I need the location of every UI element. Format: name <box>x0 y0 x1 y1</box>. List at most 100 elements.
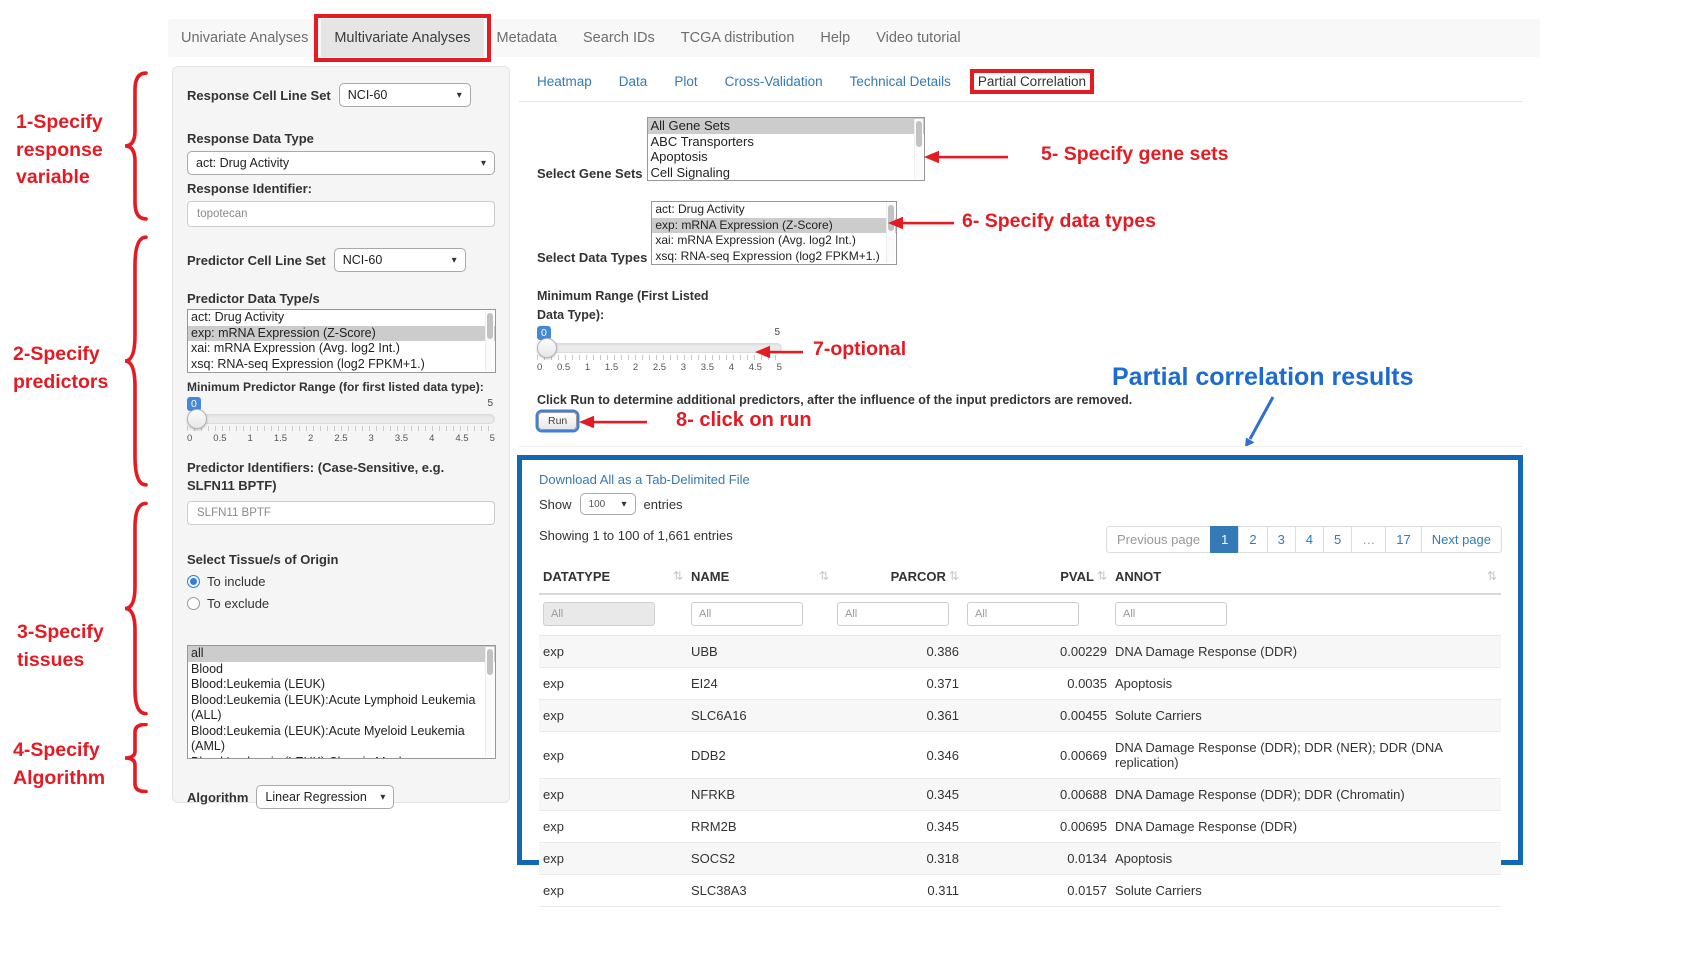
slider-handle[interactable] <box>187 409 207 429</box>
scrollbar-thumb[interactable] <box>487 649 493 675</box>
next-page-button[interactable]: Next page <box>1421 526 1502 553</box>
page-button-2[interactable]: 2 <box>1238 526 1267 553</box>
data-types-listbox[interactable]: act: Drug Activity exp: mRNA Expression … <box>651 201 897 265</box>
listbox-option[interactable]: Cell Signaling <box>648 165 924 181</box>
listbox-option[interactable]: act: Drug Activity <box>652 202 896 218</box>
listbox-option[interactable]: ABC Transporters <box>648 134 924 150</box>
page-size-select[interactable]: 100 ▾ <box>580 493 636 515</box>
filter-input-pval[interactable] <box>967 602 1079 626</box>
listbox-option-selected[interactable]: All Gene Sets <box>648 118 924 134</box>
listbox-option-selected[interactable]: exp: mRNA Expression (Z-Score) <box>652 218 896 234</box>
table-row[interactable]: exp RRM2B 0.345 0.00695 DNA Damage Respo… <box>539 811 1501 843</box>
filter-input-name[interactable] <box>691 602 803 626</box>
nav-univariate-analyses[interactable]: Univariate Analyses <box>168 19 321 57</box>
download-all-link[interactable]: Download All as a Tab-Delimited File <box>539 472 1501 487</box>
table-row[interactable]: exp SLC6A16 0.361 0.00455 Solute Carrier… <box>539 700 1501 732</box>
listbox-option[interactable]: Blood:Leukemia (LEUK):Acute Myeloid Leuk… <box>188 724 495 755</box>
predictor-identifiers-label: Predictor Identifiers: (Case-Sensitive, … <box>187 459 495 495</box>
radio-unchecked-icon[interactable] <box>187 597 200 610</box>
page-button-3[interactable]: 3 <box>1267 526 1296 553</box>
slider-tick-labels: 0 0.5 1 1.5 2 2.5 3 3.5 4 4.5 5 <box>537 362 782 373</box>
nav-multivariate-analyses[interactable]: Multivariate Analyses <box>321 19 483 57</box>
column-header-name[interactable]: ⇅NAME <box>687 560 833 594</box>
sort-icon[interactable]: ⇅ <box>949 569 959 583</box>
listbox-option[interactable]: Blood <box>188 662 495 678</box>
sort-icon[interactable]: ⇅ <box>819 569 829 583</box>
annotation-arrow-data-types <box>886 215 956 231</box>
table-row[interactable]: exp SLC38A3 0.311 0.0157 Solute Carriers <box>539 875 1501 907</box>
response-identifier-input[interactable] <box>187 201 495 227</box>
nav-help[interactable]: Help <box>807 19 863 57</box>
tab-cross-validation[interactable]: Cross-Validation <box>725 74 823 89</box>
listbox-option[interactable]: Blood:Leukemia (LEUK):Chronic Myelogenou… <box>188 755 495 760</box>
listbox-option[interactable]: Blood:Leukemia (LEUK) <box>188 677 495 693</box>
tissue-origin-label: Select Tissue/s of Origin <box>187 552 495 567</box>
page-button-4[interactable]: 4 <box>1295 526 1324 553</box>
listbox-option[interactable]: act: Drug Activity <box>188 310 495 326</box>
run-button[interactable]: Run <box>538 412 577 430</box>
column-header-parcor[interactable]: PARCOR⇅ <box>833 560 963 594</box>
previous-page-button[interactable]: Previous page <box>1106 526 1211 553</box>
nav-tcga-distribution[interactable]: TCGA distribution <box>668 19 808 57</box>
tab-plot[interactable]: Plot <box>674 74 697 89</box>
listbox-option[interactable]: xsq: RNA-seq Expression (log2 FPKM+1.) <box>652 249 896 265</box>
sort-icon[interactable]: ⇅ <box>1487 569 1497 583</box>
tissue-include-option[interactable]: To include <box>187 574 495 589</box>
listbox-option-selected[interactable]: all <box>188 646 495 662</box>
cell-parcor: 0.371 <box>833 668 963 700</box>
table-row[interactable]: exp EI24 0.371 0.0035 Apoptosis <box>539 668 1501 700</box>
annotation-2-specify-predictors: 2-Specify predictors <box>13 341 108 396</box>
table-row[interactable]: exp SOCS2 0.318 0.0134 Apoptosis <box>539 843 1501 875</box>
sort-icon[interactable]: ⇅ <box>673 569 683 583</box>
tab-technical-details[interactable]: Technical Details <box>850 74 951 89</box>
tab-heatmap[interactable]: Heatmap <box>537 74 592 89</box>
algorithm-select[interactable]: Linear Regression ▾ <box>256 785 394 809</box>
filter-input-annot[interactable] <box>1115 602 1227 626</box>
predictor-data-types-listbox[interactable]: act: Drug Activity exp: mRNA Expression … <box>187 309 496 373</box>
run-instruction: Click Run to determine additional predic… <box>537 393 1132 407</box>
scrollbar[interactable] <box>485 311 494 371</box>
listbox-option[interactable]: Blood:Leukemia (LEUK):Acute Lymphoid Leu… <box>188 693 495 724</box>
listbox-option[interactable]: xsq: RNA-seq Expression (log2 FPKM+1.) <box>188 357 495 373</box>
listbox-option[interactable]: xai: mRNA Expression (Avg. log2 Int.) <box>652 233 896 249</box>
nav-video-tutorial[interactable]: Video tutorial <box>863 19 973 57</box>
page-button-5[interactable]: 5 <box>1323 526 1352 553</box>
scrollbar[interactable] <box>485 647 494 757</box>
listbox-option[interactable]: Apoptosis <box>648 149 924 165</box>
predictor-identifiers-input[interactable] <box>187 501 495 525</box>
listbox-option[interactable]: xai: mRNA Expression (Avg. log2 Int.) <box>188 341 495 357</box>
tab-partial-correlation[interactable]: Partial Correlation <box>978 74 1086 89</box>
gene-sets-group: Select Gene Sets All Gene Sets ABC Trans… <box>537 117 925 181</box>
filter-input-datatype[interactable] <box>543 602 655 626</box>
tab-data[interactable]: Data <box>619 74 648 89</box>
table-row[interactable]: exp UBB 0.386 0.00229 DNA Damage Respons… <box>539 636 1501 668</box>
tick-label: 2 <box>633 362 638 373</box>
listbox-option-selected[interactable]: exp: mRNA Expression (Z-Score) <box>188 326 495 342</box>
radio-checked-icon[interactable] <box>187 575 200 588</box>
scrollbar[interactable] <box>886 203 895 263</box>
column-header-annot[interactable]: ⇅ANNOT <box>1111 560 1501 594</box>
gene-sets-listbox[interactable]: All Gene Sets ABC Transporters Apoptosis… <box>647 117 925 181</box>
response-cell-line-set-select[interactable]: NCI-60 ▾ <box>339 83 471 107</box>
column-header-pval[interactable]: PVAL⇅ <box>963 560 1111 594</box>
filter-input-parcor[interactable] <box>837 602 949 626</box>
nav-metadata[interactable]: Metadata <box>484 19 570 57</box>
page-button-17[interactable]: 17 <box>1385 526 1421 553</box>
tissue-listbox[interactable]: all Blood Blood:Leukemia (LEUK) Blood:Le… <box>187 645 496 759</box>
slider-track[interactable] <box>187 414 495 424</box>
slider-track[interactable] <box>537 343 782 353</box>
column-header-datatype[interactable]: ⇅DATATYPE <box>539 560 687 594</box>
scrollbar-thumb[interactable] <box>916 121 922 147</box>
table-row[interactable]: exp DDB2 0.346 0.00669 DNA Damage Respon… <box>539 732 1501 779</box>
sort-icon[interactable]: ⇅ <box>1097 569 1107 583</box>
page-button-1[interactable]: 1 <box>1210 526 1239 553</box>
response-data-type-select[interactable]: act: Drug Activity ▾ <box>187 151 495 175</box>
slider-handle[interactable] <box>537 338 557 358</box>
tissue-exclude-option[interactable]: To exclude <box>187 596 495 611</box>
cell-pval: 0.00669 <box>963 732 1111 779</box>
table-row[interactable]: exp NFRKB 0.345 0.00688 DNA Damage Respo… <box>539 779 1501 811</box>
scrollbar-thumb[interactable] <box>487 313 493 339</box>
predictor-cell-line-set-select[interactable]: NCI-60 ▾ <box>334 248 466 272</box>
nav-search-ids[interactable]: Search IDs <box>570 19 668 57</box>
cell-datatype: exp <box>539 668 687 700</box>
